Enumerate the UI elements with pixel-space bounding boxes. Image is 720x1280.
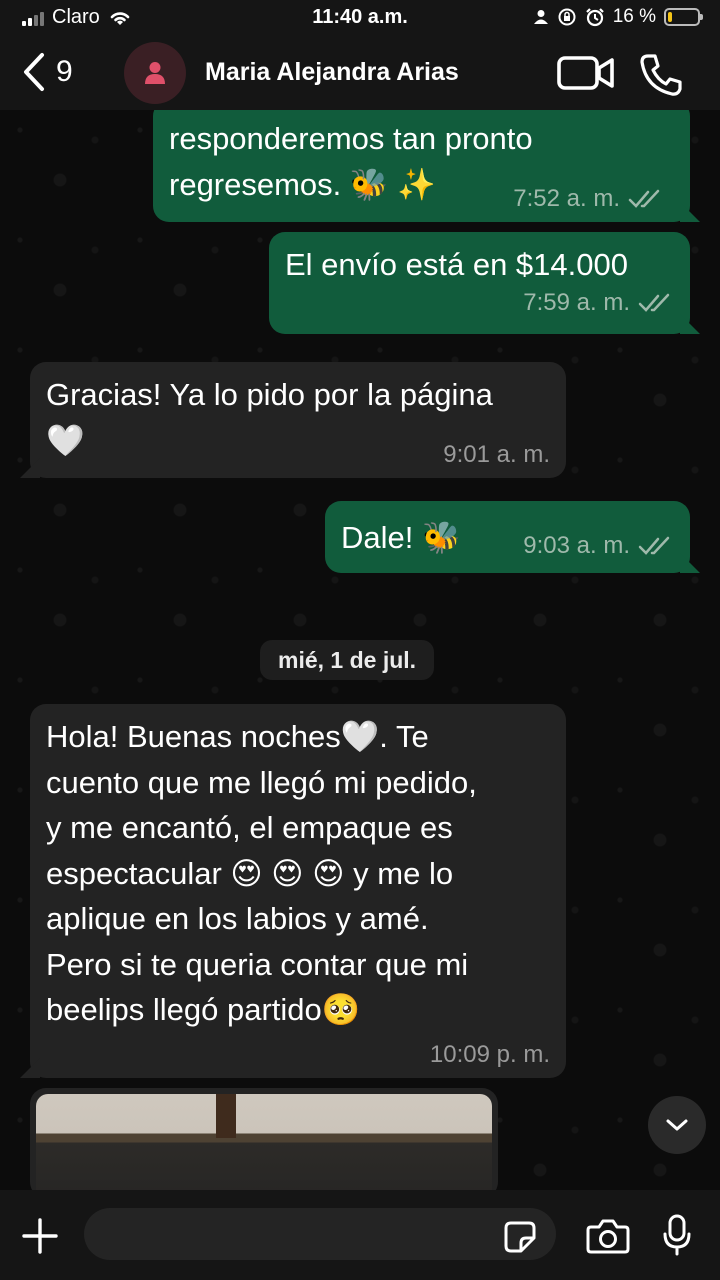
person-icon [145,62,165,84]
plus-icon[interactable] [22,1218,58,1254]
composer-bar [0,1190,720,1280]
message-time: 9:03 a. m. [523,532,630,559]
photo-thumbnail [36,1094,492,1190]
message-meta: 9:03 a. m. [523,531,674,561]
contact-avatar[interactable] [124,42,186,104]
date-separator: mié, 1 de jul. [260,640,435,680]
message-time: 9:01 a. m. [443,441,550,468]
message-meta: 9:01 a. m. [443,440,550,470]
status-bar: Claro 11:40 a.m. 16 % [0,0,720,40]
unread-count: 9 [56,55,73,88]
read-ticks-icon [638,536,670,555]
read-ticks-icon [628,189,660,208]
camera-icon[interactable] [586,1218,630,1254]
message-text: El envío está en $14.000 [285,247,628,282]
message-bubble-outgoing[interactable]: El envío está en $14.000 7:59 a. m. [269,232,690,334]
message-bubble-incoming[interactable]: Hola! Buenas noches🤍. Te cuento que me l… [30,704,566,1078]
alarm-icon [585,8,604,27]
scroll-to-bottom-button[interactable] [648,1096,706,1154]
contact-name[interactable]: Maria Alejandra Arias [205,58,459,87]
back-button[interactable]: 9 [20,52,73,92]
message-list[interactable]: responderemos tan pronto regresemos. 🐝 ✨… [0,110,720,1190]
message-meta: 10:09 p. m. [430,1040,550,1070]
sticker-icon[interactable] [503,1220,537,1254]
chevron-down-icon [666,1119,688,1131]
phone-icon[interactable] [638,52,684,98]
status-right: 16 % [533,6,703,28]
message-text: Hola! Buenas noches🤍. Te cuento que me l… [46,719,477,1027]
message-text: Dale! 🐝 [341,520,461,555]
message-bubble-outgoing[interactable]: Dale! 🐝 9:03 a. m. [325,501,690,573]
message-time: 10:09 p. m. [429,1041,550,1068]
chat-header: 9 Maria Alejandra Arias [0,40,720,110]
read-ticks-icon [638,293,670,312]
microphone-icon[interactable] [662,1214,692,1256]
message-bubble-outgoing[interactable]: responderemos tan pronto regresemos. 🐝 ✨… [153,110,690,222]
back-chevron-icon [24,53,44,91]
person-status-icon [533,10,548,24]
message-meta: 7:59 a. m. [285,288,674,318]
battery-icon [664,8,703,26]
message-input[interactable] [84,1208,556,1260]
message-time: 7:52 a. m. [513,185,620,212]
image-message[interactable] [30,1088,498,1190]
message-bubble-incoming[interactable]: Gracias! Ya lo pido por la página 🤍 9:01… [30,362,566,478]
video-call-icon[interactable] [556,52,616,94]
rotation-lock-icon [558,8,576,26]
message-meta: 7:52 a. m. [513,184,664,214]
battery-level-fill [668,12,672,22]
message-time: 7:59 a. m. [523,289,630,316]
battery-percent: 16 % [612,6,656,27]
